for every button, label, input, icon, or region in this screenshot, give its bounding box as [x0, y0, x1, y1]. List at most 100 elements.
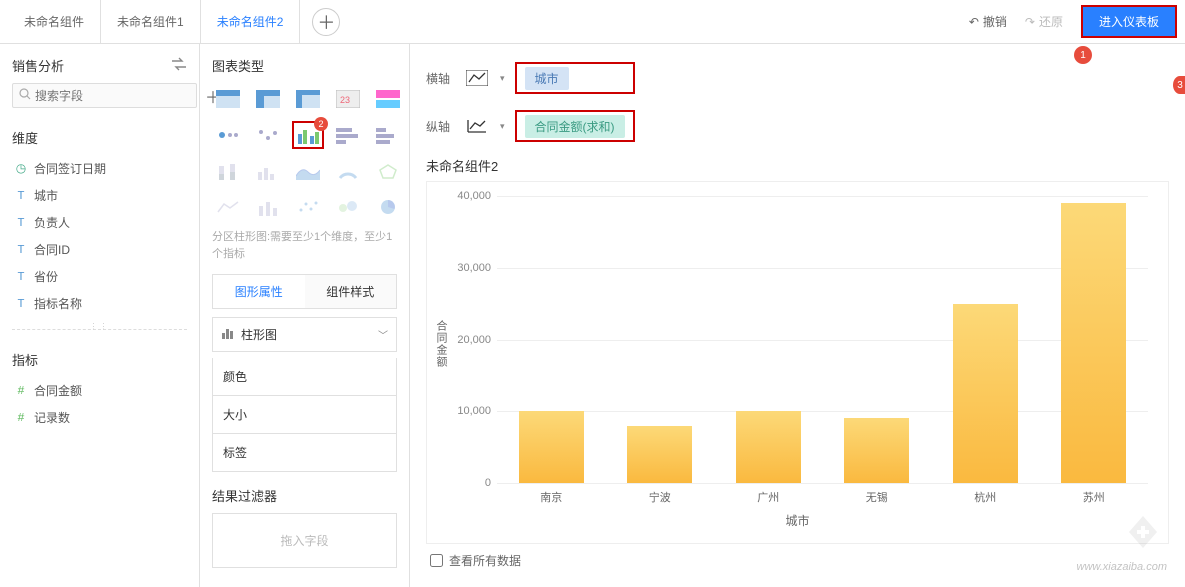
undo-icon: ↶ [969, 15, 979, 29]
chart-type-bar-line[interactable] [252, 193, 284, 221]
bar-南京[interactable] [519, 411, 584, 483]
bar-slot: 苏州 [1040, 196, 1149, 483]
y-axis-icon[interactable] [466, 118, 490, 134]
dataset-title: 销售分析 [12, 56, 64, 75]
tab-0[interactable]: 未命名组件 [8, 0, 101, 43]
search-input[interactable] [35, 89, 190, 103]
dashboard-button[interactable]: 进入仪表板 [1081, 5, 1177, 38]
clock-icon: ◷ [14, 161, 28, 176]
dim-contractid[interactable]: T合同ID [12, 236, 187, 263]
chart-type-bubble[interactable] [332, 193, 364, 221]
filter-dropzone[interactable]: 拖入字段 [212, 513, 397, 568]
chart-type-table-3[interactable] [292, 85, 324, 113]
chart-type-bar-h[interactable] [332, 121, 364, 149]
y-axis-dropdown-icon[interactable]: ▾ [500, 121, 505, 132]
chart-type-gauge[interactable] [332, 157, 364, 185]
callout-2: 2 [314, 117, 328, 131]
props-style-tabs: 图形属性 组件样式 [212, 274, 397, 309]
view-all-label: 查看所有数据 [449, 552, 521, 569]
y-axis-dropzone[interactable]: 合同金额(求和) [515, 110, 635, 142]
y-tick: 40,000 [449, 190, 491, 202]
dim-province[interactable]: T省份 [12, 263, 187, 290]
dim-owner[interactable]: T负责人 [12, 209, 187, 236]
x-axis-dropzone[interactable]: 城市 [515, 62, 635, 94]
x-axis-dropdown-icon[interactable]: ▾ [500, 73, 505, 84]
tab-component-style[interactable]: 组件样式 [305, 275, 397, 308]
chart-type-area-wave[interactable] [292, 157, 324, 185]
x-tick: 杭州 [974, 489, 996, 505]
dim-date[interactable]: ◷合同签订日期 [12, 155, 187, 182]
dim-metricname[interactable]: T指标名称 [12, 290, 187, 317]
x-axis-row: 横轴 ▾ 城市 [426, 54, 1169, 102]
chart-type-bar-grouped[interactable]: 2 [292, 121, 324, 149]
search-box[interactable] [12, 83, 197, 108]
chart-type-dot-2[interactable] [252, 121, 284, 149]
callout-1: 1 [1074, 46, 1092, 64]
view-all-checkbox[interactable] [430, 554, 443, 567]
chart-type-radar[interactable] [372, 157, 404, 185]
chart-y-label: 合同金额 [433, 320, 449, 368]
chart-types-title: 图表类型 [212, 56, 397, 75]
number-icon: # [14, 384, 28, 398]
add-tab-button[interactable]: ＋ [312, 8, 340, 36]
chart-type-grid: 23 2 [212, 85, 397, 221]
meas-count[interactable]: #记录数 [12, 404, 187, 431]
redo-button[interactable]: ↷ 还原 [1025, 13, 1063, 30]
tab-graphic-props[interactable]: 图形属性 [213, 275, 305, 308]
sidebar-header: 销售分析 [12, 56, 187, 75]
bar-slot: 无锡 [823, 196, 932, 483]
text-icon: T [14, 216, 28, 230]
divider[interactable] [12, 329, 187, 330]
y-tick: 20,000 [449, 334, 491, 346]
top-actions: ↶ 撤销 ↷ 还原 进入仪表板 [969, 5, 1177, 38]
bar-苏州[interactable] [1061, 203, 1126, 483]
plot-area: 010,00020,00030,00040,000南京宁波广州无锡杭州苏州 [497, 196, 1148, 483]
view-all-row: 查看所有数据 [426, 544, 1169, 577]
dim-city[interactable]: T城市 [12, 182, 187, 209]
chart-type-bar-stack[interactable] [212, 157, 244, 185]
grid-line [497, 483, 1148, 484]
tab-1[interactable]: 未命名组件1 [101, 0, 201, 43]
bar-无锡[interactable] [844, 418, 909, 483]
bar-slot: 南京 [497, 196, 606, 483]
bar-杭州[interactable] [953, 304, 1018, 483]
dimensions-title: 维度 [12, 128, 187, 147]
undo-button[interactable]: ↶ 撤销 [969, 13, 1007, 30]
measures-title: 指标 [12, 350, 187, 369]
x-axis-icon[interactable] [466, 70, 490, 86]
x-tick: 南京 [540, 489, 562, 505]
chart-shape-dropdown[interactable]: 柱形图 ﹀ [212, 317, 397, 352]
x-pill-city[interactable]: 城市 [525, 67, 569, 90]
chart-type-table-1[interactable] [212, 85, 244, 113]
top-bar: 未命名组件 未命名组件1 未命名组件2 ＋ ↶ 撤销 ↷ 还原 进入仪表板 [0, 0, 1185, 44]
prop-label[interactable]: 标签 [212, 434, 397, 472]
chart-type-dot-1[interactable] [212, 121, 244, 149]
prop-size[interactable]: 大小 [212, 396, 397, 434]
chart-type-line[interactable] [212, 193, 244, 221]
y-pill-amount[interactable]: 合同金额(求和) [525, 115, 625, 138]
callout-3: 3 [1173, 76, 1185, 94]
dimension-list: ◷合同签订日期 T城市 T负责人 T合同ID T省份 T指标名称 [12, 155, 187, 317]
chart-type-kpi[interactable] [372, 85, 404, 113]
x-tick: 苏州 [1083, 489, 1105, 505]
bar-宁波[interactable] [627, 426, 692, 483]
measure-list: #合同金额 #记录数 [12, 377, 187, 431]
meas-amount[interactable]: #合同金额 [12, 377, 187, 404]
chevron-down-icon: ﹀ [378, 327, 388, 342]
chart-type-bar-h2[interactable] [372, 121, 404, 149]
tab-2[interactable]: 未命名组件2 [201, 0, 301, 43]
swap-icon[interactable] [171, 57, 187, 74]
chart-type-bar-stack2[interactable] [252, 157, 284, 185]
bar-slot: 广州 [714, 196, 823, 483]
chart-type-scatter[interactable] [292, 193, 324, 221]
x-tick: 宁波 [649, 489, 671, 505]
text-icon: T [14, 189, 28, 203]
chart-type-table-2[interactable] [252, 85, 284, 113]
chart-type-calendar[interactable]: 23 [332, 85, 364, 113]
chart-x-label: 城市 [785, 512, 809, 529]
bar-广州[interactable] [736, 411, 801, 483]
text-icon: T [14, 270, 28, 284]
chart-area: 1 3 横轴 ▾ 城市 纵轴 ▾ 合同金额(求和) 未命名组件2 合同金额 [410, 44, 1185, 587]
prop-color[interactable]: 颜色 [212, 358, 397, 396]
chart-type-pie[interactable] [372, 193, 404, 221]
